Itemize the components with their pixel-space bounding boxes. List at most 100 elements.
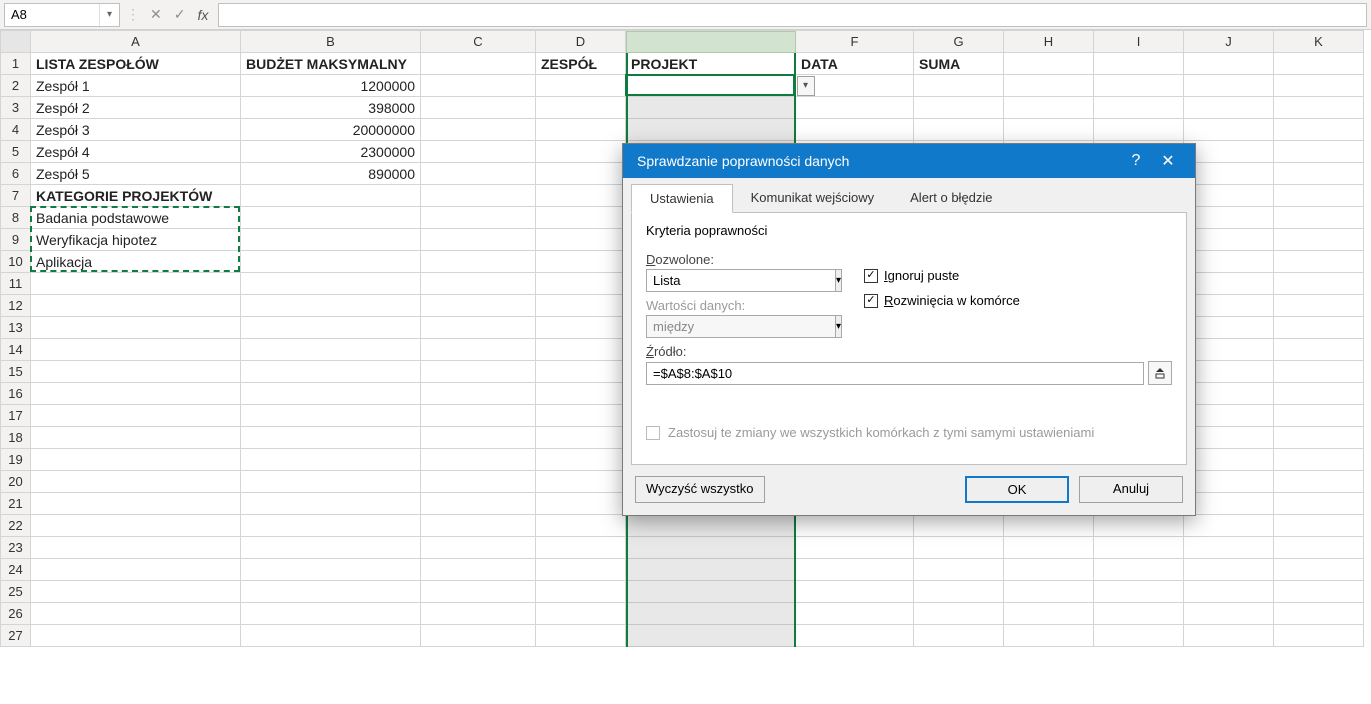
cell-K9[interactable] xyxy=(1274,229,1364,251)
tab-error-alert[interactable]: Alert o błędzie xyxy=(892,184,1010,213)
cell-A25[interactable] xyxy=(31,581,241,603)
cell-J8[interactable] xyxy=(1184,207,1274,229)
row-header-6[interactable]: 6 xyxy=(1,163,31,185)
cell-J2[interactable] xyxy=(1184,75,1274,97)
cell-D19[interactable] xyxy=(536,449,626,471)
cell-A13[interactable] xyxy=(31,317,241,339)
row-header-7[interactable]: 7 xyxy=(1,185,31,207)
cell-K18[interactable] xyxy=(1274,427,1364,449)
cell-A6[interactable]: Zespół 5 xyxy=(31,163,241,185)
tab-input-message[interactable]: Komunikat wejściowy xyxy=(733,184,893,213)
cell-F26[interactable] xyxy=(796,603,914,625)
cell-B26[interactable] xyxy=(241,603,421,625)
cell-C5[interactable] xyxy=(421,141,536,163)
cell-C13[interactable] xyxy=(421,317,536,339)
cell-J19[interactable] xyxy=(1184,449,1274,471)
cell-B2[interactable]: 1200000 xyxy=(241,75,421,97)
cell-B18[interactable] xyxy=(241,427,421,449)
cell-D9[interactable] xyxy=(536,229,626,251)
cell-K5[interactable] xyxy=(1274,141,1364,163)
cell-A9[interactable]: Weryfikacja hipotez xyxy=(31,229,241,251)
cell-H1[interactable] xyxy=(1004,53,1094,75)
cell-K7[interactable] xyxy=(1274,185,1364,207)
cell-D1[interactable]: ZESPÓŁ xyxy=(536,53,626,75)
cell-E27[interactable] xyxy=(626,625,796,647)
cell-D7[interactable] xyxy=(536,185,626,207)
row-header-11[interactable]: 11 xyxy=(1,273,31,295)
cell-B16[interactable] xyxy=(241,383,421,405)
cell-J12[interactable] xyxy=(1184,295,1274,317)
cell-D17[interactable] xyxy=(536,405,626,427)
cell-K15[interactable] xyxy=(1274,361,1364,383)
cell-E23[interactable] xyxy=(626,537,796,559)
cell-D25[interactable] xyxy=(536,581,626,603)
cell-K10[interactable] xyxy=(1274,251,1364,273)
cell-H3[interactable] xyxy=(1004,97,1094,119)
cell-K23[interactable] xyxy=(1274,537,1364,559)
cell-K13[interactable] xyxy=(1274,317,1364,339)
cell-G4[interactable] xyxy=(914,119,1004,141)
cell-D20[interactable] xyxy=(536,471,626,493)
row-header-19[interactable]: 19 xyxy=(1,449,31,471)
row-header-14[interactable]: 14 xyxy=(1,339,31,361)
cell-D16[interactable] xyxy=(536,383,626,405)
cell-I22[interactable] xyxy=(1094,515,1184,537)
row-header-20[interactable]: 20 xyxy=(1,471,31,493)
cell-C16[interactable] xyxy=(421,383,536,405)
cell-F4[interactable] xyxy=(796,119,914,141)
cell-C17[interactable] xyxy=(421,405,536,427)
cell-D26[interactable] xyxy=(536,603,626,625)
cell-G25[interactable] xyxy=(914,581,1004,603)
cell-J1[interactable] xyxy=(1184,53,1274,75)
cell-K21[interactable] xyxy=(1274,493,1364,515)
cell-B9[interactable] xyxy=(241,229,421,251)
cell-B8[interactable] xyxy=(241,207,421,229)
cell-J5[interactable] xyxy=(1184,141,1274,163)
select-all-corner[interactable] xyxy=(1,31,31,53)
cell-F25[interactable] xyxy=(796,581,914,603)
cell-J15[interactable] xyxy=(1184,361,1274,383)
row-header-1[interactable]: 1 xyxy=(1,53,31,75)
cell-G22[interactable] xyxy=(914,515,1004,537)
cell-A14[interactable] xyxy=(31,339,241,361)
cell-C4[interactable] xyxy=(421,119,536,141)
cell-C6[interactable] xyxy=(421,163,536,185)
cell-J26[interactable] xyxy=(1184,603,1274,625)
cell-K2[interactable] xyxy=(1274,75,1364,97)
cell-I2[interactable] xyxy=(1094,75,1184,97)
column-header-F[interactable]: F xyxy=(796,31,914,53)
row-header-15[interactable]: 15 xyxy=(1,361,31,383)
cell-B25[interactable] xyxy=(241,581,421,603)
row-header-21[interactable]: 21 xyxy=(1,493,31,515)
row-header-2[interactable]: 2 xyxy=(1,75,31,97)
allow-select[interactable]: ▾ xyxy=(646,269,836,292)
cell-C26[interactable] xyxy=(421,603,536,625)
cell-I24[interactable] xyxy=(1094,559,1184,581)
cell-D4[interactable] xyxy=(536,119,626,141)
cell-K14[interactable] xyxy=(1274,339,1364,361)
cell-B17[interactable] xyxy=(241,405,421,427)
cell-J20[interactable] xyxy=(1184,471,1274,493)
cell-D24[interactable] xyxy=(536,559,626,581)
cell-A21[interactable] xyxy=(31,493,241,515)
cell-K26[interactable] xyxy=(1274,603,1364,625)
row-header-24[interactable]: 24 xyxy=(1,559,31,581)
name-box-input[interactable] xyxy=(5,7,99,22)
cell-J16[interactable] xyxy=(1184,383,1274,405)
row-header-3[interactable]: 3 xyxy=(1,97,31,119)
cell-I23[interactable] xyxy=(1094,537,1184,559)
cell-A27[interactable] xyxy=(31,625,241,647)
cell-C2[interactable] xyxy=(421,75,536,97)
cell-D14[interactable] xyxy=(536,339,626,361)
cell-B13[interactable] xyxy=(241,317,421,339)
row-header-16[interactable]: 16 xyxy=(1,383,31,405)
cell-A1[interactable]: LISTA ZESPOŁÓW xyxy=(31,53,241,75)
row-header-12[interactable]: 12 xyxy=(1,295,31,317)
cell-B4[interactable]: 20000000 xyxy=(241,119,421,141)
column-header-J[interactable]: J xyxy=(1184,31,1274,53)
data-validation-dropdown-button[interactable]: ▾ xyxy=(797,76,815,96)
cell-I25[interactable] xyxy=(1094,581,1184,603)
cell-B5[interactable]: 2300000 xyxy=(241,141,421,163)
cell-F27[interactable] xyxy=(796,625,914,647)
cell-F3[interactable] xyxy=(796,97,914,119)
